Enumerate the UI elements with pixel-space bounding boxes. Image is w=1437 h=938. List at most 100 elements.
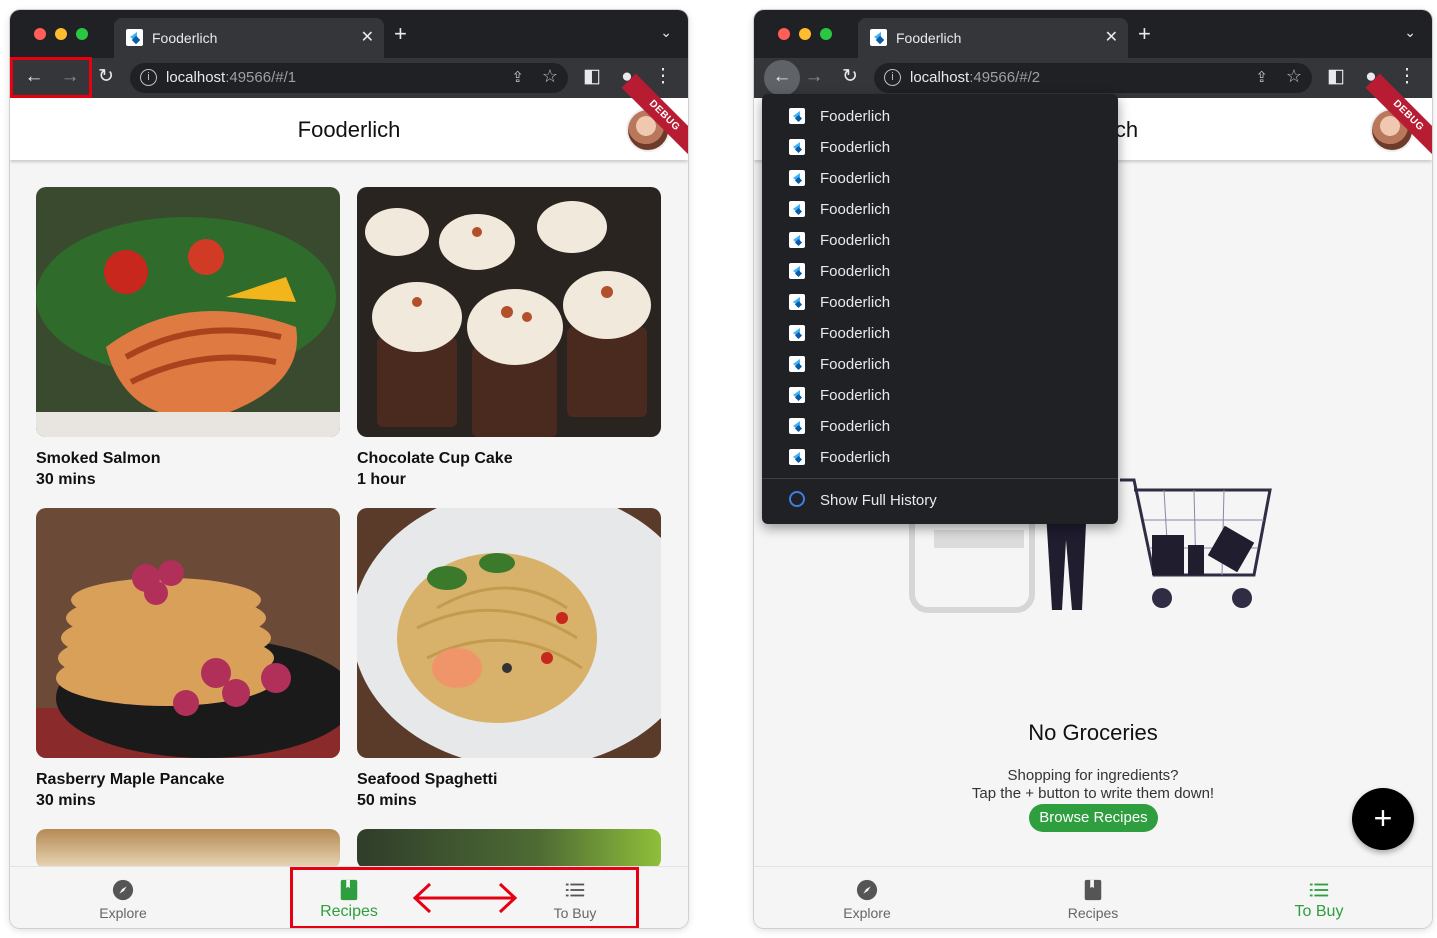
app-bar: Fooderlich <box>10 98 688 160</box>
recipe-image-smoked-salmon <box>36 187 340 437</box>
flutter-favicon-icon <box>126 29 143 46</box>
recipe-image-chocolate-cup-cake <box>357 187 661 437</box>
empty-state-line1: Shopping for ingredients? <box>1007 767 1179 784</box>
flutter-favicon-icon <box>789 449 805 465</box>
close-window-button[interactable] <box>778 28 790 40</box>
history-item[interactable]: Fooderlich <box>762 256 1118 287</box>
reload-icon[interactable]: ↻ <box>838 66 862 88</box>
close-window-button[interactable] <box>34 28 46 40</box>
nav-to-buy[interactable]: To Buy <box>1206 867 1432 928</box>
recipe-time: 30 mins <box>36 471 96 488</box>
flutter-favicon-icon <box>789 387 805 403</box>
history-item[interactable]: Fooderlich <box>762 132 1118 163</box>
flutter-favicon-icon <box>789 108 805 124</box>
reload-icon[interactable]: ↻ <box>94 66 118 88</box>
compass-icon <box>856 879 878 901</box>
recipe-name: Seafood Spaghetti <box>357 771 498 788</box>
flutter-favicon-icon <box>789 418 805 434</box>
flutter-favicon-icon <box>789 139 805 155</box>
tab-title: Fooderlich <box>152 30 218 46</box>
browser-toolbar: ← → ↻ i localhost:49566/#/1 ⇪ ☆ ◧ ● ⋮ <box>10 58 688 98</box>
recipe-name: Smoked Salmon <box>36 450 161 467</box>
side-panel-icon[interactable]: ◧ <box>580 66 604 88</box>
recipe-image-partial <box>357 829 661 866</box>
bottom-navigation: Explore Recipes To Buy <box>754 866 1432 928</box>
tab-search-chevron-icon[interactable]: ⌄ <box>1404 24 1416 41</box>
browser-toolbar: ← → ↻ i localhost:49566/#/2 ⇪ ☆ ◧ ● ⋮ <box>754 58 1432 98</box>
compass-icon <box>112 879 134 901</box>
url-text[interactable]: localhost:49566/#/1 <box>166 69 296 86</box>
site-info-icon[interactable]: i <box>140 69 157 86</box>
empty-state-title: No Groceries <box>1028 720 1158 745</box>
maximize-window-button[interactable] <box>76 28 88 40</box>
nav-recipes[interactable]: Recipes <box>980 867 1206 928</box>
minimize-window-button[interactable] <box>55 28 67 40</box>
flutter-favicon-icon <box>789 201 805 217</box>
recipe-image-rasberry-maple-pancake <box>36 508 340 758</box>
nav-label: Explore <box>99 905 147 921</box>
back-forward-highlight <box>10 57 92 98</box>
minimize-window-button[interactable] <box>799 28 811 40</box>
bookmark-star-icon[interactable]: ☆ <box>1286 66 1302 87</box>
recipe-time: 50 mins <box>357 792 417 809</box>
browser-tab[interactable]: Fooderlich ✕ <box>858 18 1128 58</box>
close-tab-icon[interactable]: ✕ <box>1105 27 1118 47</box>
history-dropdown: Fooderlich Fooderlich Fooderlich Fooderl… <box>762 94 1118 524</box>
history-item[interactable]: Fooderlich <box>762 380 1118 411</box>
history-item[interactable]: Fooderlich <box>762 163 1118 194</box>
share-icon[interactable]: ⇪ <box>1255 68 1268 86</box>
history-item[interactable]: Fooderlich <box>762 101 1118 132</box>
nav-explore[interactable]: Explore <box>10 867 236 928</box>
recipe-image-partial <box>36 829 340 866</box>
nav-label: To Buy <box>1294 903 1344 920</box>
tab-title: Fooderlich <box>896 30 962 46</box>
empty-state-line2: Tap the + button to write them down! <box>971 785 1215 802</box>
tab-search-chevron-icon[interactable]: ⌄ <box>660 24 672 41</box>
app-title: Fooderlich <box>297 117 401 142</box>
browser-window-right: Fooderlich ✕ + ⌄ ← → ↻ i localhost:49566… <box>754 10 1432 928</box>
address-bar[interactable]: i localhost:49566/#/1 ⇪ ☆ <box>130 63 568 93</box>
bookmark-star-icon[interactable]: ☆ <box>542 66 558 87</box>
close-tab-icon[interactable]: ✕ <box>361 27 374 47</box>
flutter-favicon-icon <box>789 294 805 310</box>
flutter-favicon-icon <box>870 29 887 46</box>
share-icon[interactable]: ⇪ <box>511 68 524 86</box>
flutter-favicon-icon <box>789 232 805 248</box>
double-arrow-icon <box>412 882 518 914</box>
menu-kebab-icon[interactable]: ⋮ <box>1395 66 1419 88</box>
book-icon <box>1084 879 1102 901</box>
new-tab-button[interactable]: + <box>1138 23 1151 45</box>
show-full-history-item[interactable]: Show Full History <box>762 487 1118 513</box>
address-bar[interactable]: i localhost:49566/#/2 ⇪ ☆ <box>874 63 1312 93</box>
browse-recipes-button[interactable]: Browse Recipes <box>1029 804 1158 832</box>
nav-label: Explore <box>843 905 891 921</box>
list-icon <box>1309 883 1329 897</box>
add-item-fab-button[interactable]: + <box>1352 788 1414 850</box>
history-item[interactable]: Fooderlich <box>762 225 1118 256</box>
flutter-favicon-icon <box>789 170 805 186</box>
recipes-grid: Smoked Salmon 30 mins Chocolate Cup Cake… <box>10 160 688 866</box>
history-item[interactable]: Fooderlich <box>762 318 1118 349</box>
history-item[interactable]: Fooderlich <box>762 287 1118 318</box>
side-panel-icon[interactable]: ◧ <box>1324 66 1348 88</box>
history-clock-icon <box>789 491 805 507</box>
url-text[interactable]: localhost:49566/#/2 <box>910 69 1040 86</box>
menu-kebab-icon[interactable]: ⋮ <box>651 66 675 88</box>
flutter-favicon-icon <box>789 263 805 279</box>
flutter-favicon-icon <box>789 356 805 372</box>
back-arrow-icon[interactable]: ← <box>770 66 794 88</box>
maximize-window-button[interactable] <box>820 28 832 40</box>
nav-explore[interactable]: Explore <box>754 867 980 928</box>
browser-tab[interactable]: Fooderlich ✕ <box>114 18 384 58</box>
history-item[interactable]: Fooderlich <box>762 194 1118 225</box>
forward-arrow-icon[interactable]: → <box>802 66 826 88</box>
history-item[interactable]: Fooderlich <box>762 411 1118 442</box>
tab-strip: Fooderlich ✕ + ⌄ <box>754 10 1432 58</box>
dropdown-divider <box>762 478 1118 479</box>
history-item[interactable]: Fooderlich <box>762 442 1118 473</box>
nav-label: Recipes <box>1067 905 1119 921</box>
site-info-icon[interactable]: i <box>884 69 901 86</box>
new-tab-button[interactable]: + <box>394 23 407 45</box>
history-item[interactable]: Fooderlich <box>762 349 1118 380</box>
tab-strip: Fooderlich ✕ + ⌄ <box>10 10 688 58</box>
